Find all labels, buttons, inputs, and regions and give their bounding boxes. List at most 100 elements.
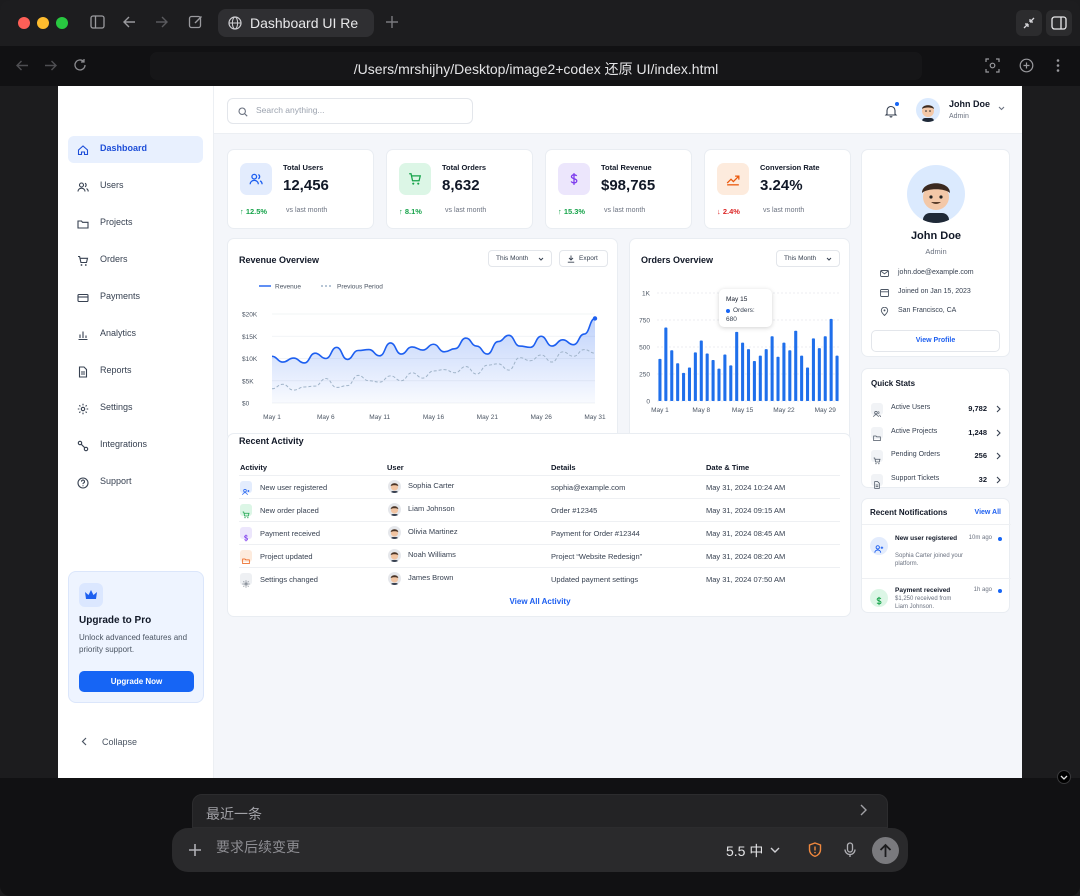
order-bar[interactable]	[764, 349, 768, 401]
notification-item[interactable]: Payment received $1,250 received from Lia…	[870, 587, 1002, 621]
order-bar[interactable]	[687, 367, 692, 401]
order-bar[interactable]	[835, 355, 839, 401]
table-row[interactable]: Settings changed James Brown Updated payme…	[239, 567, 840, 590]
order-bar[interactable]	[805, 367, 810, 401]
plus-icon[interactable]	[188, 843, 202, 857]
order-bar[interactable]	[699, 340, 703, 401]
chevron-right-icon	[996, 426, 1001, 439]
orders-period-select[interactable]: This Month	[776, 250, 840, 267]
sidebar-item-dashboard[interactable]: Dashboard	[68, 136, 203, 163]
browser-tab[interactable]: Dashboard UI Re	[218, 9, 374, 37]
screenshot-icon[interactable]	[985, 58, 1000, 73]
sidebar-item-settings[interactable]: Settings	[68, 395, 203, 422]
collapse-button[interactable]: Collapse	[78, 734, 188, 750]
chevron-down-icon[interactable]	[770, 847, 780, 854]
order-bar[interactable]	[658, 358, 662, 401]
quick-stat-row[interactable]: Pending Orders 256	[871, 448, 1001, 465]
order-bar[interactable]	[705, 353, 709, 401]
avatar[interactable]	[916, 98, 940, 122]
order-bar[interactable]	[717, 368, 721, 401]
user-name: Noah Williams	[408, 550, 456, 559]
order-bar[interactable]	[776, 356, 780, 401]
order-bar[interactable]	[758, 355, 762, 401]
order-bar[interactable]	[788, 350, 792, 401]
recent-item-bar[interactable]: 最近一条	[192, 794, 888, 828]
order-bar[interactable]	[735, 331, 739, 401]
address-bar[interactable]: /Users/mrshijhy/Desktop/image2+codex 还原 …	[150, 52, 922, 80]
zoom-window-button[interactable]	[56, 17, 68, 29]
order-bar[interactable]	[817, 348, 821, 401]
reload-icon[interactable]	[73, 58, 87, 72]
more-options-icon[interactable]	[1055, 58, 1061, 73]
quick-stat-row[interactable]: Support Tickets 32	[871, 472, 1001, 489]
new-tab-plus-icon[interactable]	[385, 15, 399, 29]
column-header-activity: Activity	[240, 463, 268, 472]
stat-comparison: vs last month	[286, 207, 328, 214]
search-input[interactable]	[256, 105, 466, 115]
order-bar[interactable]	[829, 318, 833, 401]
order-bar[interactable]	[741, 342, 745, 401]
view-all-notifications-link[interactable]: View All	[975, 509, 1001, 516]
upgrade-now-button[interactable]: Upgrade Now	[79, 671, 194, 692]
sidebar-item-analytics[interactable]: Analytics	[68, 321, 203, 348]
order-bar[interactable]	[752, 361, 756, 401]
sidebar-item-payments[interactable]: Payments	[68, 284, 203, 311]
microphone-icon[interactable]	[844, 842, 856, 858]
bell-icon[interactable]	[884, 104, 898, 118]
view-all-activity-link[interactable]: View All Activity	[228, 597, 852, 606]
order-bar[interactable]	[770, 336, 774, 401]
order-bar[interactable]	[676, 363, 680, 401]
sidebar-item-orders[interactable]: Orders	[68, 247, 203, 274]
order-bar[interactable]	[729, 365, 733, 401]
sidebar-item-projects[interactable]: Projects	[68, 210, 203, 237]
back-arrow-icon[interactable]	[122, 15, 137, 29]
chevron-down-icon[interactable]	[998, 106, 1005, 111]
sidebar-item-users[interactable]: Users	[68, 173, 203, 200]
quick-stat-row[interactable]: Active Projects 1,248	[871, 425, 1001, 441]
user-name: James Brown	[408, 573, 454, 582]
order-bar[interactable]	[682, 372, 686, 401]
export-button[interactable]: Export	[559, 250, 608, 267]
panel-toggle-button[interactable]	[1046, 10, 1072, 36]
forward-arrow-icon[interactable]	[154, 15, 169, 29]
close-window-button[interactable]	[18, 17, 30, 29]
order-bar[interactable]	[693, 352, 697, 401]
sidebar-item-support[interactable]: Support	[68, 469, 203, 496]
y-tick-label: $15K	[242, 334, 258, 341]
table-row[interactable]: Payment received Olivia Martinez Payment f…	[239, 521, 840, 544]
model-selector[interactable]: 5.5 中	[726, 841, 763, 861]
view-profile-button[interactable]: View Profile	[871, 330, 1000, 352]
sidebar-item-reports[interactable]: Reports	[68, 358, 203, 385]
order-bar[interactable]	[711, 359, 715, 401]
order-bar[interactable]	[723, 354, 727, 401]
table-row[interactable]: New user registered Sophia Carter sophia@e…	[239, 475, 840, 498]
compose-icon[interactable]	[188, 14, 204, 30]
quick-stat-row[interactable]: Active Users 9,782	[871, 401, 1001, 418]
email-text: john.doe@example.com	[898, 269, 974, 276]
add-circle-icon[interactable]	[1019, 58, 1034, 73]
order-bar[interactable]	[800, 355, 804, 401]
notification-item[interactable]: New user registered Sophia Carter joined …	[870, 535, 1002, 569]
prompt-input[interactable]	[216, 840, 656, 856]
minimize-window-button[interactable]	[37, 17, 49, 29]
send-button[interactable]	[872, 837, 899, 864]
revenue-period-select[interactable]: This Month	[488, 250, 552, 267]
order-bar[interactable]	[823, 336, 827, 401]
order-bar[interactable]	[794, 330, 798, 401]
sidebar-toggle-icon[interactable]	[90, 15, 105, 29]
sidebar-item-integrations[interactable]: Integrations	[68, 432, 203, 459]
order-bar[interactable]	[746, 349, 751, 401]
order-bar[interactable]	[811, 338, 815, 401]
table-row[interactable]: Project updated Noah Williams Project “Web…	[239, 544, 840, 567]
exit-fullscreen-button[interactable]	[1016, 10, 1042, 36]
table-row[interactable]: New order placed Liam Johnson Order #12345…	[239, 498, 840, 521]
back-arrow-icon[interactable]	[15, 59, 29, 72]
forward-arrow-icon[interactable]	[44, 59, 58, 72]
scroll-down-button[interactable]	[1057, 770, 1071, 784]
crown-icon	[79, 583, 103, 607]
order-bar[interactable]	[664, 327, 668, 401]
shield-alert-icon[interactable]	[808, 842, 822, 857]
search-box[interactable]	[227, 98, 473, 124]
order-bar[interactable]	[670, 350, 674, 401]
order-bar[interactable]	[782, 342, 786, 401]
